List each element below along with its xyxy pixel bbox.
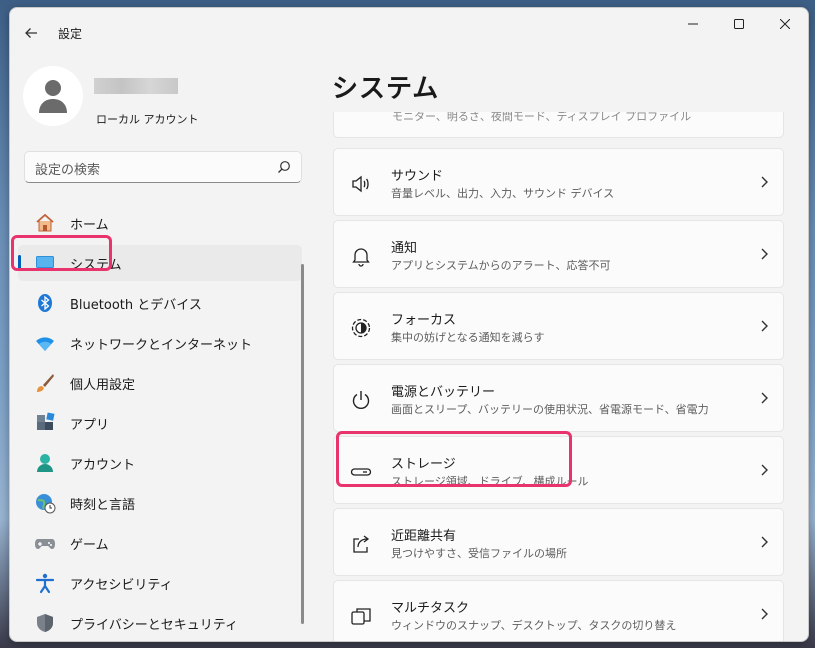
accessibility-icon: [34, 572, 56, 594]
sidebar-item-label: アカウント: [70, 457, 136, 473]
sidebar-item-apps[interactable]: アプリ: [18, 405, 302, 441]
close-icon: [780, 19, 790, 29]
chevron-right-icon: [761, 392, 768, 404]
settings-card-sound[interactable]: サウンド 音量レベル、出力、入力、サウンド デバイス: [333, 148, 784, 216]
minimize-icon: [688, 23, 698, 25]
settings-card-display[interactable]: モニター、明るさ、夜間モード、ディスプレイ プロファイル: [333, 112, 784, 138]
user-profile[interactable]: ローカル アカウント: [23, 66, 303, 130]
wifi-icon: [34, 332, 56, 354]
chevron-right-icon: [761, 536, 768, 548]
chevron-right-icon: [761, 464, 768, 476]
account-type: ローカル アカウント: [96, 113, 199, 126]
sidebar: ローカル アカウント 設定の検索 ホーム システム Bluetooth とデバイ…: [10, 54, 316, 641]
maximize-icon: [734, 19, 744, 29]
card-title: 通知: [391, 241, 418, 256]
user-icon: [39, 80, 67, 113]
page-title: システム: [332, 74, 440, 104]
settings-card-power[interactable]: 電源とバッテリー 画面とスリープ、バッテリーの使用状況、省電源モード、省電力: [333, 364, 784, 432]
card-subtitle: モニター、明るさ、夜間モード、ディスプレイ プロファイル: [392, 112, 692, 123]
window-controls: [670, 8, 808, 40]
home-icon: [34, 212, 56, 234]
sidebar-item-privacy[interactable]: プライバシーとセキュリティ: [18, 605, 302, 641]
settings-card-multitasking[interactable]: マルチタスク ウィンドウのスナップ、デスクトップ、タスクの切り替え: [333, 580, 784, 641]
sidebar-item-time-language[interactable]: 時刻と言語: [18, 485, 302, 521]
sidebar-item-label: 個人用設定: [70, 377, 136, 393]
settings-card-nearby-sharing[interactable]: 近距離共有 見つけやすさ、受信ファイルの場所: [333, 508, 784, 576]
sidebar-item-label: ネットワークとインターネット: [70, 337, 253, 353]
search-icon: [278, 161, 290, 173]
sidebar-item-label: ゲーム: [70, 537, 109, 553]
focus-icon: [350, 317, 372, 339]
search-box[interactable]: 設定の検索: [24, 151, 302, 183]
highlight-box-storage: [336, 431, 572, 487]
card-title: 近距離共有: [391, 529, 457, 544]
card-title: マルチタスク: [391, 601, 470, 616]
multitask-icon: [350, 605, 372, 627]
chevron-right-icon: [761, 176, 768, 188]
arrow-left-icon: [25, 28, 37, 38]
shield-icon: [34, 612, 56, 634]
sidebar-item-bluetooth[interactable]: Bluetooth とデバイス: [18, 285, 302, 321]
sidebar-item-accounts[interactable]: アカウント: [18, 445, 302, 481]
card-title: 電源とバッテリー: [391, 385, 496, 400]
sidebar-item-accessibility[interactable]: アクセシビリティ: [18, 565, 302, 601]
card-subtitle: 見つけやすさ、受信ファイルの場所: [391, 547, 567, 560]
sidebar-item-label: アクセシビリティ: [70, 577, 173, 593]
minimize-button[interactable]: [670, 8, 716, 40]
chevron-right-icon: [761, 320, 768, 332]
close-button[interactable]: [762, 8, 808, 40]
settings-window: 設定 ローカル アカウント 設定の検索 ホーム システム Bluetooth と…: [9, 7, 809, 642]
chevron-right-icon: [761, 608, 768, 620]
settings-cards: モニター、明るさ、夜間モード、ディスプレイ プロファイル サウンド 音量レベル、…: [333, 112, 784, 641]
sidebar-item-label: 時刻と言語: [70, 497, 136, 513]
sidebar-item-label: ホーム: [70, 217, 109, 233]
paintbrush-icon: [34, 372, 56, 394]
bluetooth-icon: [34, 292, 56, 314]
sidebar-item-label: Bluetooth とデバイス: [70, 297, 202, 313]
sidebar-item-label: プライバシーとセキュリティ: [70, 617, 238, 633]
sidebar-item-personalization[interactable]: 個人用設定: [18, 365, 302, 401]
card-title: フォーカス: [391, 313, 457, 328]
avatar: [23, 66, 83, 126]
card-subtitle: ウィンドウのスナップ、デスクトップ、タスクの切り替え: [391, 619, 677, 632]
apps-icon: [34, 412, 56, 434]
chevron-right-icon: [761, 248, 768, 260]
search-input[interactable]: 設定の検索: [35, 159, 100, 178]
power-icon: [350, 389, 372, 411]
highlight-box-system: [11, 235, 112, 271]
bell-icon: [350, 245, 372, 267]
globe-clock-icon: [34, 492, 56, 514]
back-button[interactable]: [20, 22, 42, 44]
user-name-redacted: [94, 78, 178, 94]
gamepad-icon: [34, 532, 56, 554]
settings-card-notifications[interactable]: 通知 アプリとシステムからのアラート、応答不可: [333, 220, 784, 288]
maximize-button[interactable]: [716, 8, 762, 40]
sidebar-item-network[interactable]: ネットワークとインターネット: [18, 325, 302, 361]
card-subtitle: 音量レベル、出力、入力、サウンド デバイス: [391, 187, 615, 200]
settings-card-focus[interactable]: フォーカス 集中の妨げとなる通知を減らす: [333, 292, 784, 360]
card-title: サウンド: [391, 169, 444, 184]
card-subtitle: アプリとシステムからのアラート、応答不可: [391, 259, 611, 272]
sidebar-scrollbar[interactable]: [301, 264, 304, 624]
app-title: 設定: [58, 27, 83, 41]
main-content: システム モニター、明るさ、夜間モード、ディスプレイ プロファイル サウンド 音…: [316, 54, 808, 641]
sidebar-item-label: アプリ: [70, 417, 110, 433]
sidebar-item-gaming[interactable]: ゲーム: [18, 525, 302, 561]
card-subtitle: 画面とスリープ、バッテリーの使用状況、省電源モード、省電力: [391, 403, 709, 416]
speaker-icon: [350, 173, 372, 195]
title-bar: 設定: [10, 8, 808, 54]
person-icon: [34, 452, 56, 474]
share-icon: [350, 533, 372, 555]
card-subtitle: 集中の妨げとなる通知を減らす: [391, 331, 545, 344]
